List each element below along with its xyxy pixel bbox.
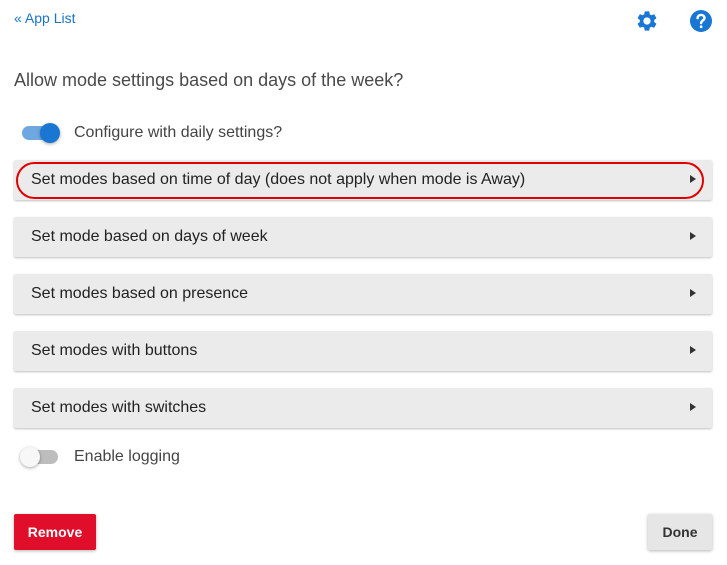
triangle-right-icon — [690, 403, 696, 411]
section-time-of-day[interactable]: Set modes based on time of day (does not… — [14, 160, 712, 200]
triangle-right-icon — [690, 289, 696, 297]
triangle-right-icon — [690, 175, 696, 183]
toggle-knob — [40, 123, 60, 143]
section-presence[interactable]: Set modes based on presence — [14, 274, 712, 314]
app-page: « App List Allow mode settings based on … — [0, 0, 727, 565]
section-label: Set modes with buttons — [31, 342, 198, 359]
logging-row: Enable logging — [20, 445, 180, 469]
daily-settings-toggle[interactable] — [22, 121, 60, 145]
app-list-link[interactable]: « App List — [14, 10, 76, 26]
section-label: Set modes with switches — [31, 399, 207, 416]
triangle-right-icon — [690, 232, 696, 240]
help-icon[interactable] — [689, 9, 713, 33]
triangle-right-icon — [690, 346, 696, 354]
gear-icon[interactable] — [635, 9, 659, 33]
section-label: Set modes based on presence — [31, 285, 249, 302]
remove-button[interactable]: Remove — [14, 514, 96, 550]
daily-settings-label: Configure with daily settings? — [74, 124, 283, 141]
section-buttons[interactable]: Set modes with buttons — [14, 331, 712, 371]
section-label: Set modes based on time of day (does not… — [31, 171, 526, 188]
logging-toggle[interactable] — [20, 445, 58, 469]
logging-label: Enable logging — [74, 448, 180, 465]
toggle-knob — [20, 447, 40, 467]
section-days-of-week[interactable]: Set mode based on days of week — [14, 217, 712, 257]
section-switches[interactable]: Set modes with switches — [14, 388, 712, 428]
section-label: Set mode based on days of week — [31, 228, 268, 245]
daily-settings-row: Configure with daily settings? — [22, 121, 282, 145]
done-button[interactable]: Done — [648, 514, 712, 550]
page-question: Allow mode settings based on days of the… — [14, 70, 404, 90]
